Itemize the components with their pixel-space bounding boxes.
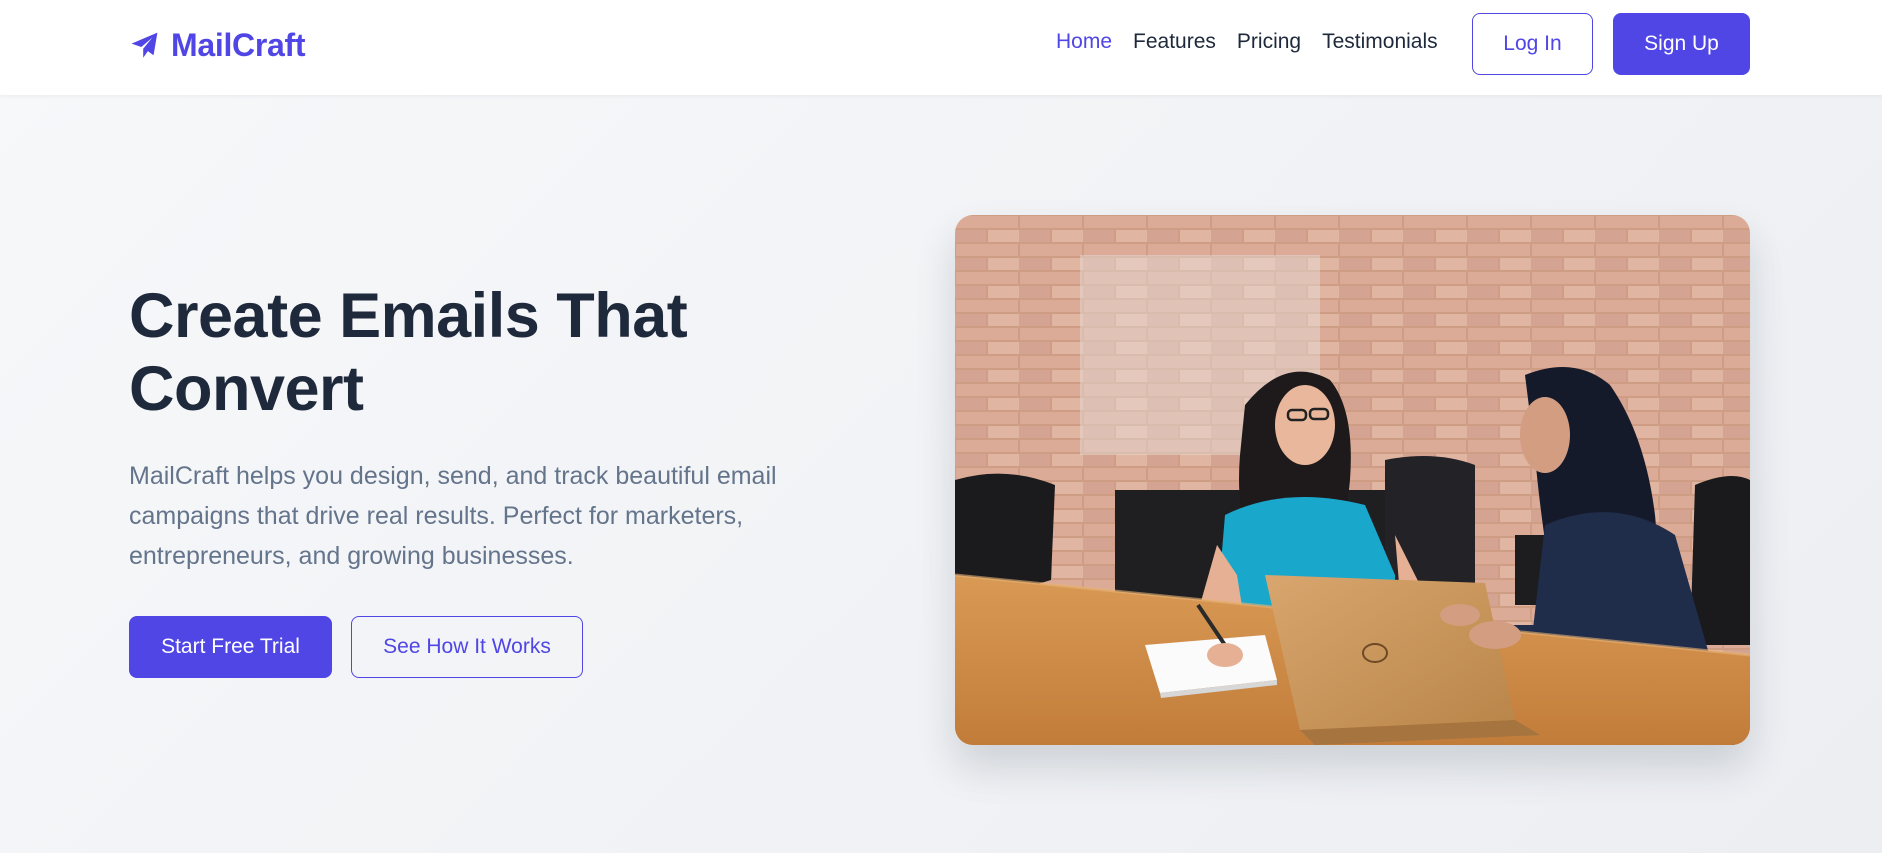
hero-description: MailCraft helps you design, send, and tr… (129, 462, 777, 570)
brand-name: MailCraft (171, 26, 306, 63)
nav-link-home[interactable]: Home (1056, 30, 1112, 54)
brand-logo[interactable]: MailCraft (129, 26, 306, 64)
hero-photo-illustration (955, 215, 1750, 745)
nav-link-features[interactable]: Features (1133, 30, 1216, 54)
nav-link-pricing[interactable]: Pricing (1237, 30, 1301, 54)
login-button[interactable]: Log In (1472, 13, 1593, 75)
hero-image (955, 215, 1750, 745)
see-how-it-works-button[interactable]: See How It Works (351, 616, 583, 678)
nav-link-testimonials[interactable]: Testimonials (1322, 30, 1438, 54)
signup-button[interactable]: Sign Up (1613, 13, 1750, 75)
navbar: MailCraft Home Features Pricing Testimon… (0, 0, 1882, 95)
hero-title: Create Emails That Convert (129, 281, 688, 424)
main-nav: Home Features Pricing Testimonials (1056, 30, 1438, 54)
paper-plane-icon (131, 32, 158, 58)
start-free-trial-button[interactable]: Start Free Trial (129, 616, 332, 678)
